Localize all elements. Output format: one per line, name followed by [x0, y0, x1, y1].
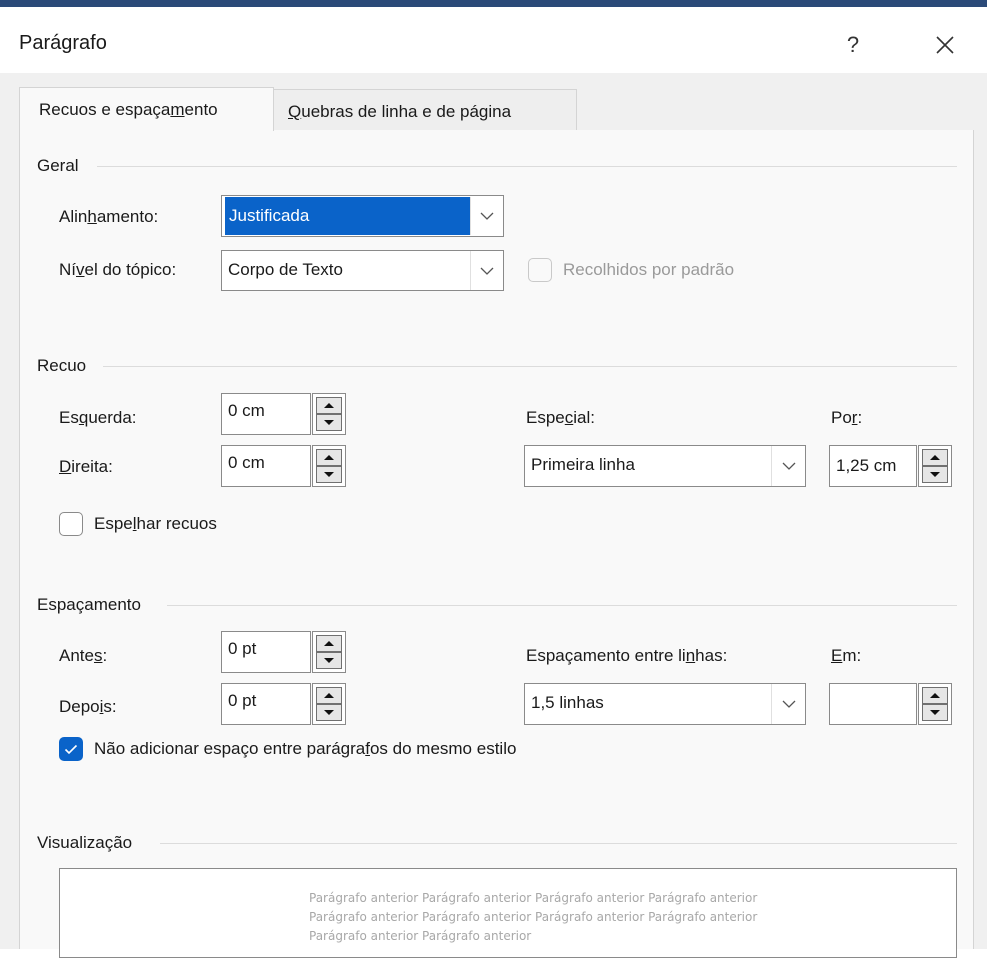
preview-line: Parágrafo anterior Parágrafo anterior — [309, 929, 532, 943]
chevron-down-icon — [480, 212, 493, 220]
depois-label: Depois: — [59, 697, 117, 716]
por-label: Por: — [831, 408, 863, 427]
especial-value: Primeira linha — [531, 455, 635, 474]
antes-spinner[interactable] — [312, 631, 346, 673]
nivel-topico-label: Nível do tópico: — [59, 260, 177, 279]
section-recuo-divider — [103, 366, 957, 367]
em-spin-down[interactable] — [922, 704, 948, 721]
direita-spin-up[interactable] — [316, 449, 342, 466]
arrow-down-icon — [324, 658, 334, 663]
arrow-down-icon — [930, 472, 940, 477]
depois-spin-down[interactable] — [316, 704, 342, 721]
section-espacamento-divider — [167, 605, 957, 606]
entre-linhas-dropdown-button[interactable] — [771, 684, 805, 724]
chevron-down-icon — [782, 700, 795, 708]
section-recuo-header: Recuo — [37, 356, 87, 375]
espelhar-recuos-checkbox[interactable] — [59, 512, 83, 536]
arrow-up-icon — [324, 693, 334, 698]
dialog-title: Parágrafo — [19, 32, 107, 54]
alinhamento-value: Justificada — [225, 197, 470, 235]
antes-input[interactable]: 0 pt — [221, 631, 311, 673]
section-visualizacao-divider — [160, 843, 957, 844]
section-geral-header: Geral — [37, 156, 79, 175]
arrow-up-icon — [324, 641, 334, 646]
antes-spin-down[interactable] — [316, 652, 342, 669]
nao-adicionar-checkbox[interactable] — [59, 737, 83, 761]
recolhidos-label: Recolhidos por padrão — [563, 260, 735, 279]
direita-input[interactable]: 0 cm — [221, 445, 311, 487]
especial-dropdown-button[interactable] — [771, 446, 805, 486]
chevron-down-icon — [480, 267, 494, 275]
arrow-down-icon — [930, 710, 940, 715]
arrow-up-icon — [930, 455, 940, 460]
alinhamento-dropdown-button[interactable] — [470, 197, 502, 235]
nao-adicionar-label: Não adicionar espaço entre parágrafos do… — [94, 739, 517, 758]
close-icon — [936, 36, 954, 54]
direita-label: Direita: — [59, 457, 113, 476]
por-spin-down[interactable] — [922, 466, 948, 483]
entre-linhas-value: 1,5 linhas — [531, 693, 604, 712]
por-spinner[interactable] — [918, 445, 952, 487]
esquerda-spinner[interactable] — [312, 393, 346, 435]
esquerda-input[interactable]: 0 cm — [221, 393, 311, 435]
section-geral-divider — [97, 166, 957, 167]
close-button[interactable] — [925, 27, 965, 63]
nivel-topico-value: Corpo de Texto — [228, 260, 343, 279]
arrow-up-icon — [324, 455, 334, 460]
preview-line: Parágrafo anterior Parágrafo anterior Pa… — [309, 910, 758, 924]
direita-spin-down[interactable] — [316, 466, 342, 483]
arrow-down-icon — [324, 472, 334, 477]
em-input[interactable] — [829, 683, 917, 725]
preview-box: Parágrafo anterior Parágrafo anterior Pa… — [59, 868, 957, 958]
em-spinner[interactable] — [918, 683, 952, 725]
arrow-down-icon — [324, 420, 334, 425]
depois-spinner[interactable] — [312, 683, 346, 725]
por-input[interactable]: 1,25 cm — [829, 445, 917, 487]
arrow-up-icon — [930, 693, 940, 698]
por-spin-up[interactable] — [922, 449, 948, 466]
direita-spinner[interactable] — [312, 445, 346, 487]
especial-label: Especial: — [526, 408, 595, 427]
section-espacamento-header: Espaçamento — [37, 595, 141, 614]
entre-linhas-label: Espaçamento entre linhas: — [526, 646, 728, 665]
especial-dropdown[interactable]: Primeira linha — [524, 445, 806, 487]
esquerda-spin-up[interactable] — [316, 397, 342, 414]
antes-spin-up[interactable] — [316, 635, 342, 652]
section-visualizacao-header: Visualização — [37, 833, 133, 852]
esquerda-label: Esquerda: — [59, 408, 137, 427]
tab-recuos-e-espacamento[interactable]: Recuos e espaçamento — [19, 87, 274, 131]
arrow-down-icon — [324, 710, 334, 715]
antes-label: Antes: — [59, 646, 108, 665]
esquerda-spin-down[interactable] — [316, 414, 342, 431]
espelhar-recuos-label: Espelhar recuos — [94, 514, 217, 533]
arrow-up-icon — [324, 403, 334, 408]
help-button[interactable]: ? — [838, 27, 868, 63]
recolhidos-checkbox — [528, 258, 552, 282]
depois-input[interactable]: 0 pt — [221, 683, 311, 725]
em-label: Em: — [831, 646, 862, 665]
depois-spin-up[interactable] — [316, 687, 342, 704]
alinhamento-label: Alinhamento: — [59, 207, 159, 226]
chevron-down-icon — [782, 462, 795, 470]
title-bar: Parágrafo ? — [0, 7, 987, 73]
nivel-topico-dropdown[interactable]: Corpo de Texto — [221, 250, 504, 291]
window-top-accent — [0, 0, 987, 7]
entre-linhas-dropdown[interactable]: 1,5 linhas — [524, 683, 806, 725]
preview-text: Parágrafo anterior Parágrafo anterior Pa… — [309, 889, 889, 946]
nivel-topico-dropdown-button[interactable] — [470, 251, 503, 290]
tab-quebras-de-linha[interactable]: Quebras de linha e de página — [274, 89, 577, 130]
checkmark-icon — [64, 744, 78, 754]
em-spin-up[interactable] — [922, 687, 948, 704]
preview-line: Parágrafo anterior Parágrafo anterior Pa… — [309, 891, 758, 905]
